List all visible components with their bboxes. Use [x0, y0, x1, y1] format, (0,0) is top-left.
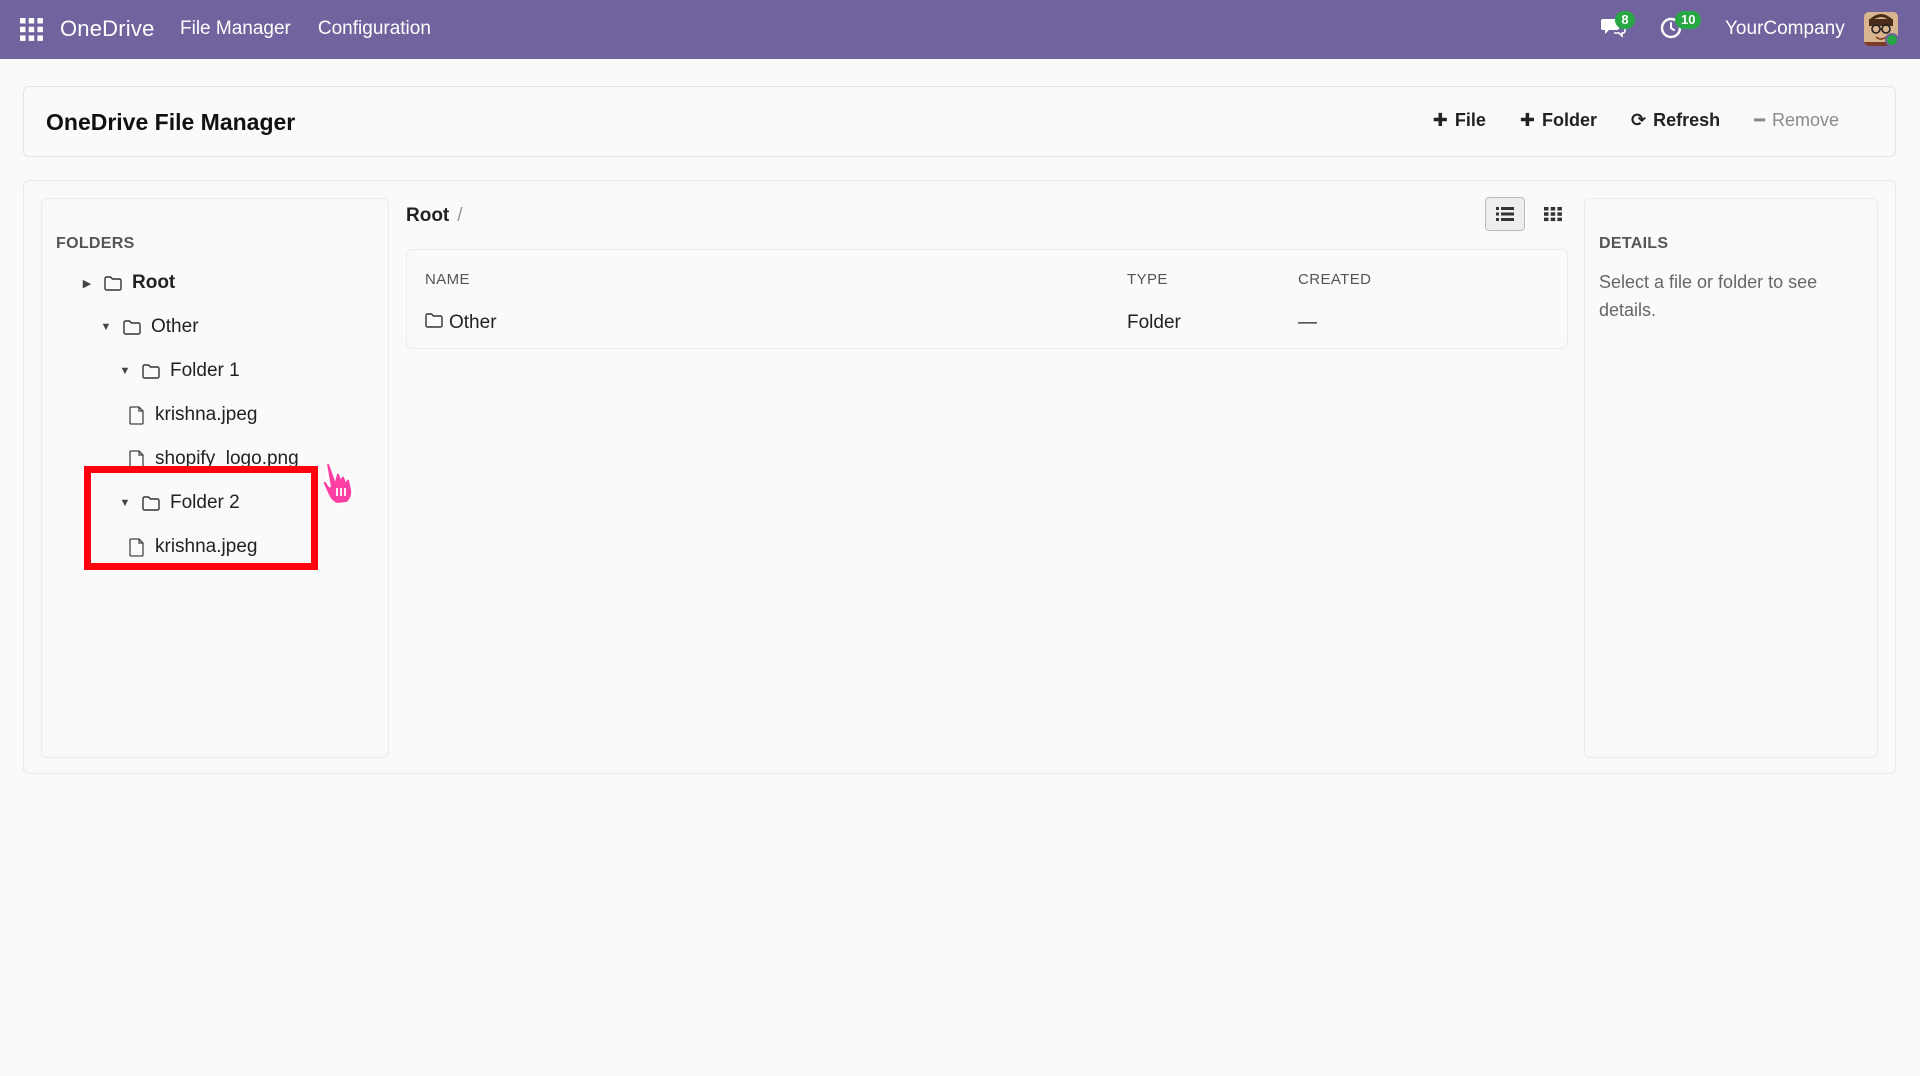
top-navbar: OneDrive File Manager Configuration 8 10… [0, 0, 1920, 59]
row-type: Folder [1127, 312, 1181, 333]
column-header-created[interactable]: CREATED [1298, 271, 1371, 288]
list-view-icon [1496, 207, 1514, 221]
add-folder-label: Folder [1541, 110, 1597, 130]
tree-item-label: shopify_logo.png [155, 448, 299, 469]
tree-item-file[interactable]: krishna.jpeg [129, 400, 257, 430]
list-view-button[interactable] [1485, 197, 1525, 231]
remove-button[interactable]: ━ Remove [1754, 110, 1839, 131]
app-brand[interactable]: OneDrive [60, 16, 155, 42]
plus-icon: ✚ [1432, 110, 1448, 130]
caret-down-icon[interactable]: ▼ [118, 497, 132, 509]
grid-view-button[interactable] [1533, 197, 1573, 231]
add-file-label: File [1454, 110, 1486, 130]
caret-down-icon[interactable]: ▼ [118, 365, 132, 377]
refresh-button[interactable]: ⟳ Refresh [1631, 110, 1720, 131]
folder-icon [123, 319, 141, 335]
page-title: OneDrive File Manager [46, 109, 296, 135]
column-header-name[interactable]: NAME [425, 271, 470, 288]
folder-icon [425, 312, 443, 334]
folder-icon [142, 495, 160, 511]
folders-title: FOLDERS [56, 235, 135, 252]
caret-down-icon[interactable]: ▼ [99, 321, 113, 333]
refresh-label: Refresh [1653, 110, 1721, 130]
folder-icon [104, 275, 122, 291]
breadcrumb-separator: / [457, 205, 463, 226]
messages-icon[interactable]: 8 [1600, 11, 1635, 43]
online-status-dot [1885, 33, 1899, 47]
tree-item-folder-1[interactable]: ▼ Folder 1 [118, 356, 240, 386]
row-created: — [1298, 312, 1317, 333]
grid-view-icon [1544, 207, 1562, 222]
activity-clock-icon[interactable]: 10 [1660, 11, 1702, 43]
row-name: Other [449, 312, 497, 333]
details-panel: DETAILS Select a file or folder to see d… [1584, 198, 1878, 758]
file-list-table: NAME TYPE CREATED Other Folder — [406, 249, 1568, 349]
caret-right-icon[interactable]: ▶ [80, 277, 94, 290]
menu-item-configuration[interactable]: Configuration [318, 18, 431, 40]
tree-item-folder-2[interactable]: ▼ Folder 2 [118, 488, 240, 518]
plus-icon: ✚ [1519, 110, 1535, 130]
view-toggle [1485, 197, 1573, 231]
column-header-type[interactable]: TYPE [1127, 271, 1168, 288]
breadcrumb: Root / [406, 205, 463, 227]
menu-item-file-manager[interactable]: File Manager [180, 18, 291, 40]
tree-item-label: Root [132, 272, 176, 293]
add-folder-button[interactable]: ✚ Folder [1520, 110, 1597, 131]
control-panel: OneDrive File Manager ✚ File ✚ Folder ⟳ … [23, 86, 1896, 157]
hand-pointer-cursor-icon [318, 460, 360, 508]
details-title: DETAILS [1599, 235, 1669, 252]
minus-icon: ━ [1754, 110, 1765, 130]
tree-item-label: krishna.jpeg [155, 404, 258, 425]
refresh-icon: ⟳ [1631, 110, 1647, 130]
toolbar-actions: ✚ File ✚ Folder ⟳ Refresh ━ Remove [1433, 110, 1839, 131]
remove-label: Remove [1771, 110, 1839, 130]
file-icon [129, 537, 145, 557]
table-row[interactable] [407, 298, 1567, 342]
tree-item-file[interactable]: shopify_logo.png [129, 444, 299, 474]
app-grid-icon[interactable] [20, 18, 43, 41]
add-file-button[interactable]: ✚ File [1433, 110, 1486, 131]
activities-count-badge: 10 [1675, 11, 1702, 29]
tree-item-label: Other [151, 316, 199, 337]
company-switcher[interactable]: YourCompany [1725, 18, 1845, 40]
details-placeholder: Select a file or folder to see details. [1599, 272, 1818, 320]
messages-count-badge: 8 [1615, 11, 1635, 29]
row-name-cell[interactable]: Other [425, 312, 497, 334]
file-manager-main: FOLDERS ▶ Root ▼ Other ▼ Folder 1 krishn… [23, 180, 1896, 774]
folder-icon [142, 363, 160, 379]
breadcrumb-root[interactable]: Root [406, 205, 449, 227]
file-icon [129, 405, 145, 425]
main-menu: File Manager Configuration [180, 18, 431, 40]
tree-item-other[interactable]: ▼ Other [99, 312, 199, 342]
tree-item-file[interactable]: krishna.jpeg [129, 532, 257, 562]
tree-item-label: Folder 2 [170, 492, 240, 513]
tree-item-label: Folder 1 [170, 360, 240, 381]
tree-item-label: krishna.jpeg [155, 536, 258, 557]
file-icon [129, 449, 145, 469]
tree-item-root[interactable]: ▶ Root [80, 268, 176, 298]
